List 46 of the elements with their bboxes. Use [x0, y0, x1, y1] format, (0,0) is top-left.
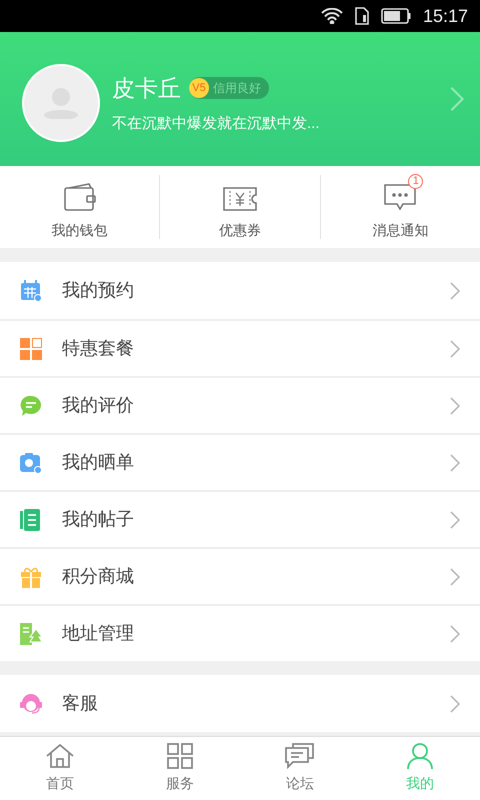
home-icon — [45, 743, 75, 769]
nav-tab[interactable]: 服务 — [120, 737, 240, 800]
headset-icon — [20, 692, 42, 714]
nav-tab[interactable]: 首页 — [0, 737, 120, 800]
clock-time: 15:17 — [422, 4, 468, 28]
chevron-right-icon — [450, 396, 460, 414]
grid-icon — [20, 338, 42, 360]
person-icon — [407, 743, 433, 769]
grid-icon — [167, 743, 193, 769]
wallet-icon — [62, 182, 97, 212]
chevron-right-icon — [450, 86, 464, 112]
chat-bubbles-icon — [285, 743, 315, 769]
chevron-right-icon — [450, 568, 460, 586]
chevron-right-icon — [450, 454, 460, 472]
speech-bubble-icon — [20, 394, 42, 416]
user-motto: 不在沉默中爆发就在沉默中发... — [112, 114, 321, 134]
gift-icon — [20, 566, 42, 588]
menu-item[interactable]: 我的帖子 — [0, 490, 480, 547]
menu-item[interactable]: 积分商城 — [0, 547, 480, 604]
level-badge: V5 — [189, 78, 209, 98]
calendar-icon — [20, 280, 42, 302]
menu-item[interactable]: 我的晒单 — [0, 433, 480, 490]
menu-item[interactable]: 我的预约 — [0, 262, 480, 319]
battery-icon — [380, 8, 411, 24]
building-icon — [20, 622, 42, 644]
chevron-right-icon — [450, 510, 460, 528]
menu-item[interactable]: 特惠套餐 — [0, 319, 480, 376]
credit-label: 信用良好 — [213, 80, 261, 97]
nav-tab[interactable]: 论坛 — [240, 737, 360, 800]
ticket-icon — [222, 186, 258, 212]
wifi-icon — [320, 8, 343, 24]
shortcut-button[interactable]: 1 消息通知 — [364, 174, 436, 240]
notification-badge: 1 — [408, 174, 424, 188]
notebook-icon — [20, 508, 42, 530]
user-name: 皮卡丘 — [112, 74, 181, 102]
menu-item[interactable]: 地址管理 — [0, 604, 480, 661]
camera-icon — [20, 452, 42, 474]
sim-card-icon — [354, 7, 369, 25]
chevron-right-icon — [450, 624, 460, 642]
chevron-right-icon — [450, 282, 460, 300]
chevron-right-icon — [450, 340, 460, 358]
menu-item[interactable]: 我的评价 — [0, 376, 480, 433]
shortcut-button[interactable]: 优惠券 — [210, 174, 269, 240]
chevron-right-icon — [450, 694, 460, 712]
menu-item[interactable]: 客服 — [0, 675, 480, 732]
shortcut-button[interactable]: 我的钱包 — [44, 174, 116, 240]
